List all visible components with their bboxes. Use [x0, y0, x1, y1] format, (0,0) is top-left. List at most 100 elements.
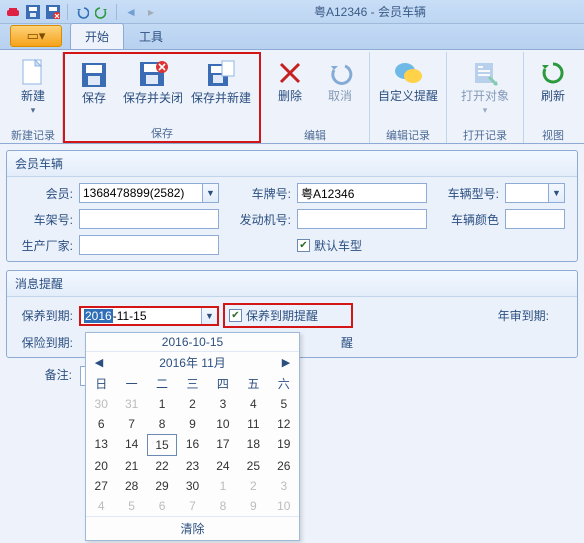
- dp-day[interactable]: 26: [269, 456, 299, 476]
- chevron-down-icon[interactable]: ▼: [201, 308, 217, 324]
- remark-label: 备注:: [20, 366, 74, 383]
- file-menu-button[interactable]: ▭▾: [10, 25, 62, 47]
- vin-input[interactable]: [79, 209, 219, 229]
- savenew-button[interactable]: 保存并新建: [189, 56, 253, 108]
- dp-weekday: 一: [116, 373, 146, 394]
- mfr-input[interactable]: [79, 235, 219, 255]
- dp-day[interactable]: 5: [269, 394, 299, 414]
- dp-day[interactable]: 14: [116, 434, 146, 456]
- dp-day[interactable]: 7: [116, 414, 146, 434]
- customreminder-button[interactable]: 自定义提醒: [376, 54, 440, 106]
- dp-day[interactable]: 16: [177, 434, 207, 456]
- dp-day[interactable]: 27: [86, 476, 116, 496]
- dp-day[interactable]: 18: [238, 434, 268, 456]
- dp-day[interactable]: 15: [147, 434, 177, 456]
- dp-day[interactable]: 31: [116, 394, 146, 414]
- dp-day[interactable]: 21: [116, 456, 146, 476]
- dp-next-icon[interactable]: ▶: [279, 356, 293, 369]
- qat-undo-icon[interactable]: [73, 3, 91, 21]
- dp-day[interactable]: 2: [177, 394, 207, 414]
- color-input[interactable]: [505, 209, 565, 229]
- new-icon: [17, 57, 49, 89]
- tab-start[interactable]: 开始: [70, 23, 124, 49]
- dp-day[interactable]: 2: [238, 476, 268, 496]
- group-editrec: 自定义提醒 编辑记录: [370, 52, 447, 143]
- window-title: 粤A12346 - 会员车辆: [160, 3, 580, 20]
- qat-next-icon[interactable]: ▸: [142, 3, 160, 21]
- new-button[interactable]: 新建 ▾: [10, 54, 56, 120]
- chevron-down-icon[interactable]: ▼: [202, 184, 218, 202]
- dp-day[interactable]: 9: [238, 496, 268, 516]
- vin-label: 车架号:: [15, 211, 75, 228]
- dp-day[interactable]: 10: [208, 414, 238, 434]
- dp-day[interactable]: 6: [86, 414, 116, 434]
- plate-label: 车牌号:: [223, 185, 293, 202]
- delete-icon: [274, 57, 306, 89]
- saveclose-button[interactable]: 保存并关闭: [121, 56, 185, 108]
- color-label: 车辆颜色: [431, 211, 501, 228]
- save-button[interactable]: 保存: [71, 56, 117, 108]
- dp-weekday: 三: [177, 373, 207, 394]
- mfr-label: 生产厂家:: [15, 237, 75, 254]
- model-combo[interactable]: ▼: [505, 183, 565, 203]
- dp-day[interactable]: 17: [208, 434, 238, 456]
- dp-day[interactable]: 29: [147, 476, 177, 496]
- cancel-button[interactable]: 取消: [317, 54, 363, 106]
- refresh-button[interactable]: 刷新: [530, 54, 576, 106]
- model-label: 车辆型号:: [431, 185, 501, 202]
- dp-day[interactable]: 7: [177, 496, 207, 516]
- dp-prev-icon[interactable]: ◀: [92, 356, 106, 369]
- dp-day[interactable]: 10: [269, 496, 299, 516]
- dp-day[interactable]: 19: [269, 434, 299, 456]
- dp-clear-button[interactable]: 清除: [86, 516, 299, 540]
- dp-day[interactable]: 30: [177, 476, 207, 496]
- dp-weekday: 四: [208, 373, 238, 394]
- dp-day[interactable]: 3: [208, 394, 238, 414]
- dp-day[interactable]: 8: [208, 496, 238, 516]
- qat-redo-icon[interactable]: [93, 3, 111, 21]
- datepicker-popup: 2016-10-15 ◀ 2016年 11月 ▶ 日一二三四五六30311234…: [85, 332, 300, 541]
- dp-day[interactable]: 13: [86, 434, 116, 456]
- dp-weekday: 五: [238, 373, 268, 394]
- dp-day[interactable]: 12: [269, 414, 299, 434]
- dp-day[interactable]: 4: [238, 394, 268, 414]
- dp-day[interactable]: 20: [86, 456, 116, 476]
- dp-day[interactable]: 9: [177, 414, 207, 434]
- dp-day[interactable]: 23: [177, 456, 207, 476]
- open-icon: [469, 57, 501, 89]
- dp-day[interactable]: 6: [147, 496, 177, 516]
- member-combo[interactable]: 1368478899(2582)▼: [79, 183, 219, 203]
- maint-reminder-checkbox[interactable]: ✔保养到期提醒: [223, 303, 353, 328]
- dp-day[interactable]: 30: [86, 394, 116, 414]
- dp-day[interactable]: 5: [116, 496, 146, 516]
- chevron-down-icon[interactable]: ▼: [548, 184, 564, 202]
- dp-day[interactable]: 8: [147, 414, 177, 434]
- dp-day[interactable]: 25: [238, 456, 268, 476]
- ribbon: 新建 ▾ 新建记录 保存 保存并关闭 保存并新建 保存: [0, 50, 584, 144]
- dp-day[interactable]: 24: [208, 456, 238, 476]
- group-view: 刷新 视图: [524, 52, 582, 143]
- ribbon-tabs: ▭▾ 开始 工具: [0, 24, 584, 50]
- maint-date-combo[interactable]: 2016-11-15▼: [79, 306, 219, 326]
- dp-day[interactable]: 3: [269, 476, 299, 496]
- checkbox-icon: ✔: [229, 309, 242, 322]
- group-save: 保存 保存并关闭 保存并新建 保存: [63, 52, 261, 143]
- app-icon[interactable]: [4, 3, 22, 21]
- delete-button[interactable]: 删除: [267, 54, 313, 106]
- qat-saveclose-icon[interactable]: [44, 3, 62, 21]
- dp-day[interactable]: 1: [208, 476, 238, 496]
- group-openrec: 打开对象 ▾ 打开记录: [447, 52, 524, 143]
- titlebar: ◄ ▸ 粤A12346 - 会员车辆: [0, 0, 584, 24]
- dp-day[interactable]: 11: [238, 414, 268, 434]
- dp-day[interactable]: 4: [86, 496, 116, 516]
- default-checkbox[interactable]: ✔默认车型: [297, 237, 427, 254]
- qat-prev-icon[interactable]: ◄: [122, 3, 140, 21]
- engine-input[interactable]: [297, 209, 427, 229]
- qat-save-icon[interactable]: [24, 3, 42, 21]
- tab-tools[interactable]: 工具: [124, 23, 178, 49]
- dp-day[interactable]: 22: [147, 456, 177, 476]
- dp-day[interactable]: 1: [147, 394, 177, 414]
- plate-input[interactable]: 粤A12346: [297, 183, 427, 203]
- dp-day[interactable]: 28: [116, 476, 146, 496]
- openobj-button[interactable]: 打开对象 ▾: [453, 54, 517, 120]
